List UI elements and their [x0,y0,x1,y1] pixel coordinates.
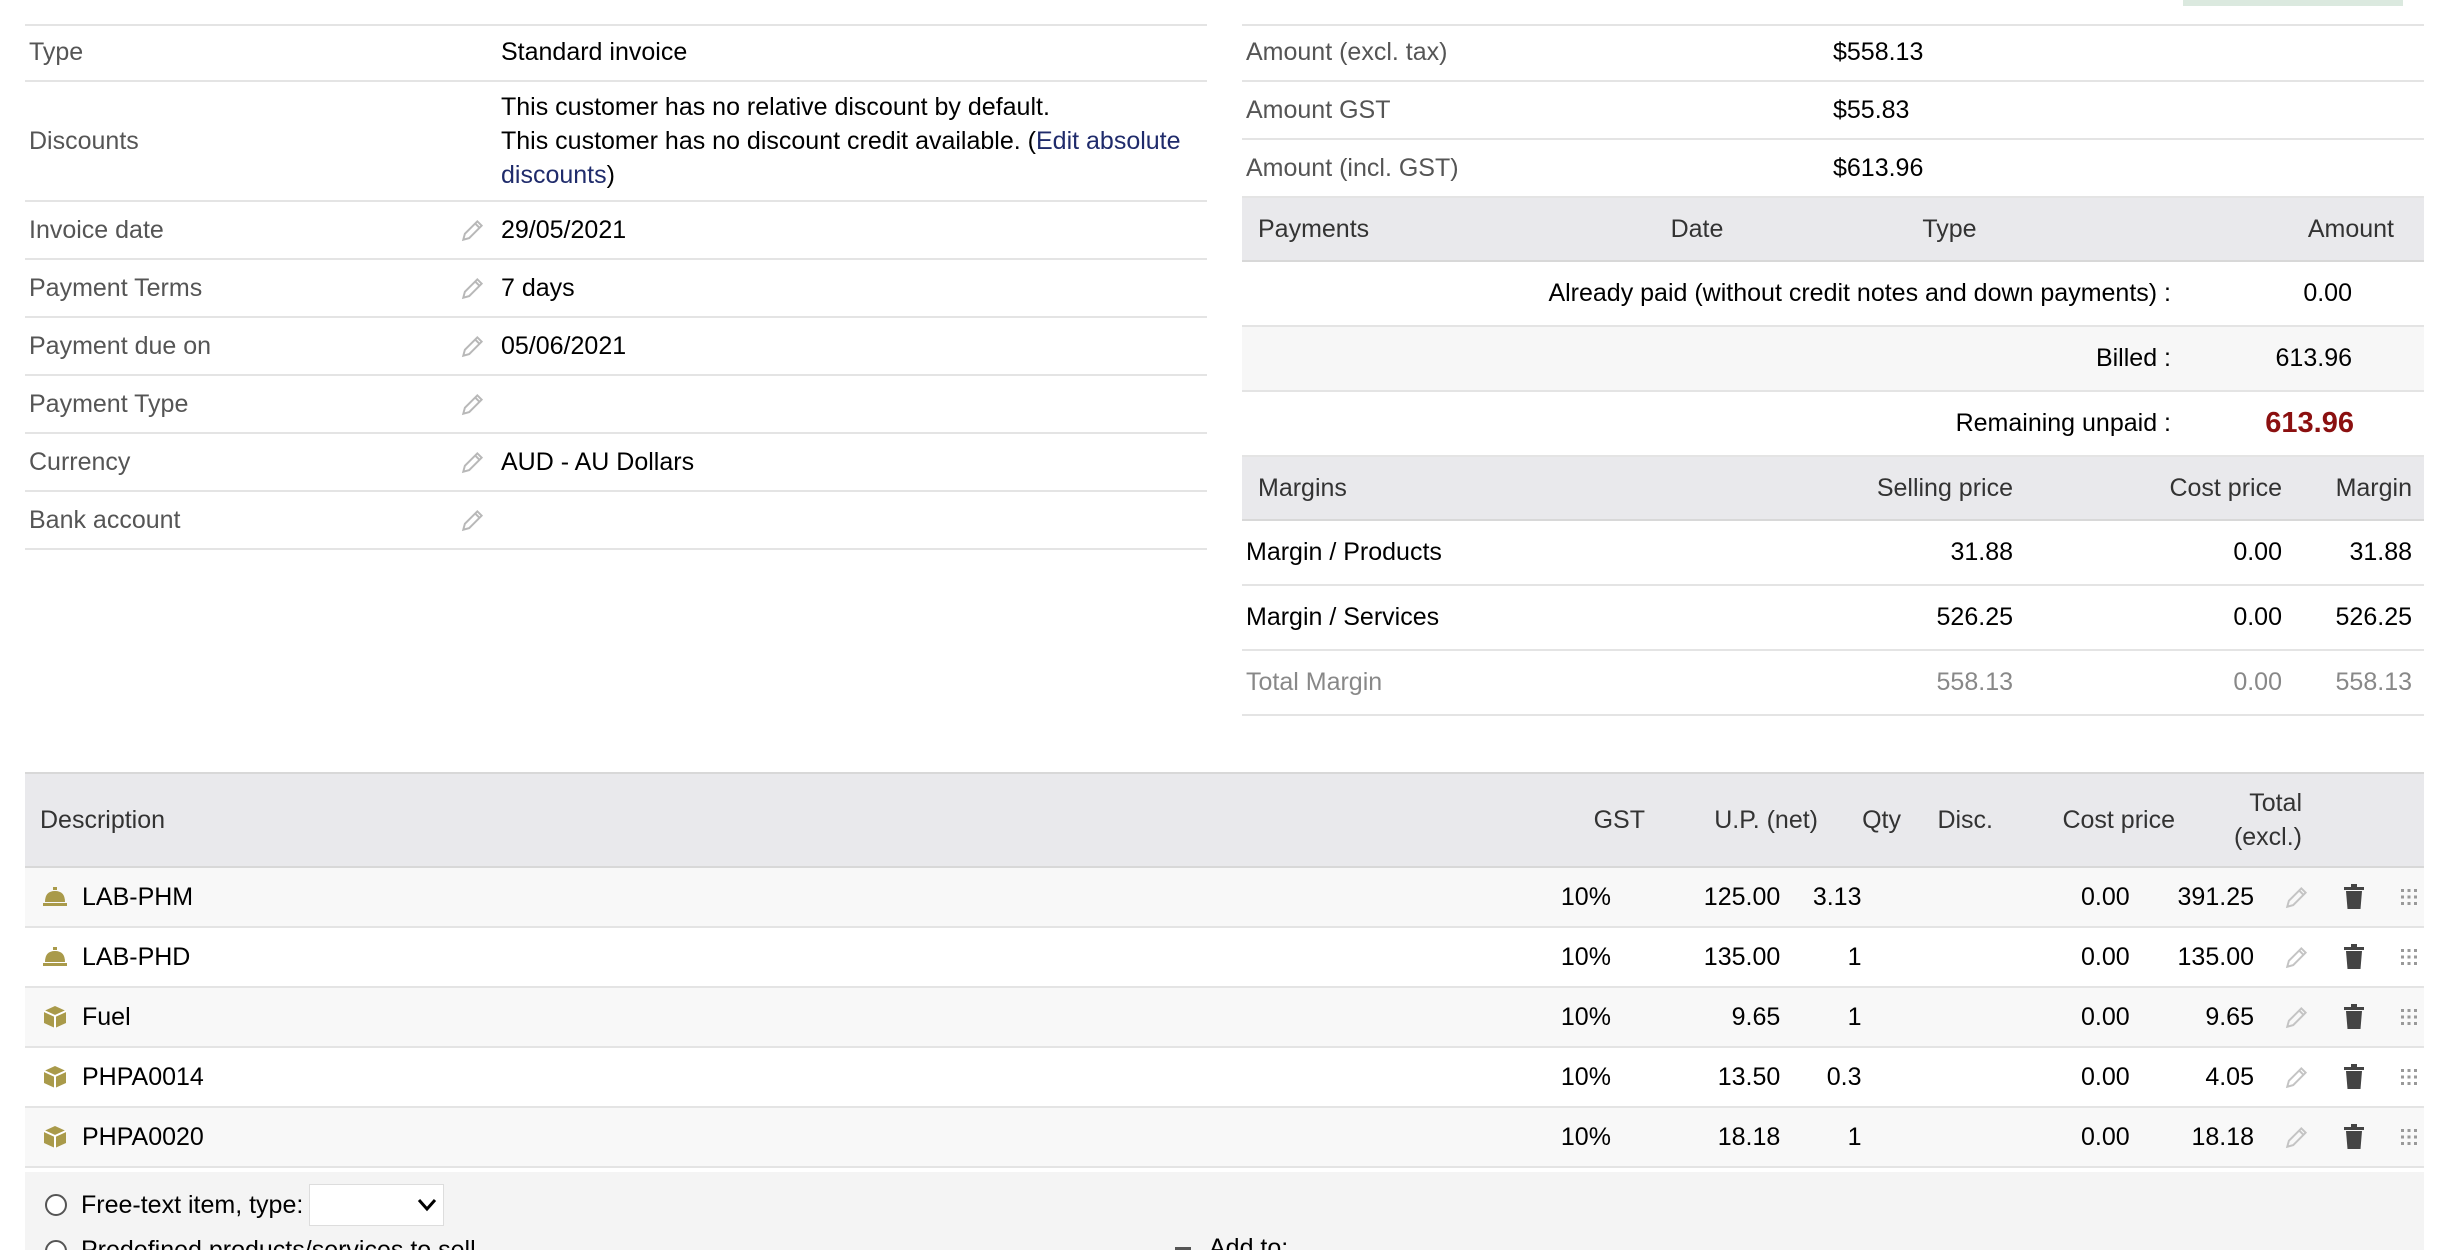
field-row-currency: Currency AUD - AU Dollars [25,434,1207,492]
line-ref: PHPA0014 [82,1062,204,1091]
field-label: Discounts [29,126,139,155]
billed-value: 613.96 [2275,344,2352,372]
field-value-invoice-date: 29/05/2021 [501,216,627,244]
top-action-button[interactable] [2183,0,2403,6]
margin-row-services: Margin / Services 526.25 0.00 526.25 [1242,586,2424,651]
invoice-totals-panel: Amount (excl. tax) $558.13 Amount GST $5… [1242,24,2424,716]
amount-row-incl-gst: Amount (incl. GST) $613.96 [1242,140,2424,198]
remaining-unpaid-value: 613.96 [2265,407,2354,439]
table-row: Fuel 10% 9.65 1 0.00 9.65 [25,988,2424,1048]
margins-table-header: Margins Selling price Cost price Margin [1242,457,2424,521]
add-to-label: Add to: [1209,1234,1289,1250]
product-box-icon [40,1062,70,1092]
drag-handle-icon[interactable] [2394,1068,2424,1086]
product-box-icon [40,1002,70,1032]
field-row-discounts: Discounts This customer has no relative … [25,82,1207,202]
predefined-label: Predefined products/services to sell [81,1236,476,1250]
pencil-icon[interactable] [445,275,501,301]
field-row-type: Type Standard invoice [25,24,1207,82]
margin-row-products: Margin / Products 31.88 0.00 31.88 [1242,521,2424,586]
pencil-icon[interactable] [445,391,501,417]
amount-excl-tax-value: $558.13 [1833,37,1924,66]
pencil-icon[interactable] [2280,1004,2314,1030]
field-value-type: Standard invoice [501,38,688,66]
chevron-down-icon [418,1199,437,1212]
field-row-invoice-date: Invoice date 29/05/2021 [25,202,1207,260]
field-row-payment-terms: Payment Terms 7 days [25,260,1207,318]
amount-gst-value: $55.83 [1833,95,1910,124]
line-ref: LAB-PHM [82,882,194,911]
drag-handle-icon[interactable] [2394,888,2424,906]
add-line-form: Free-text item, type: Predefined product… [25,1172,2424,1250]
field-value-payment-due: 05/06/2021 [501,332,627,360]
field-row-payment-type: Payment Type [25,376,1207,434]
trash-icon[interactable] [2334,884,2374,910]
remaining-unpaid-row: Remaining unpaid : 613.96 [1242,392,2424,457]
already-paid-row: Already paid (without credit notes and d… [1242,262,2424,327]
drag-handle-icon[interactable] [2394,948,2424,966]
payments-table-header: Payments Date Type Amount [1242,198,2424,262]
discount-relative-text: This customer has no relative discount b… [501,93,1050,121]
pencil-icon[interactable] [2280,1064,2314,1090]
trash-icon[interactable] [2334,944,2374,970]
line-ref: PHPA0020 [82,1122,204,1151]
free-text-option: Free-text item, type: [45,1184,445,1226]
predefined-radio[interactable] [45,1239,67,1250]
invoice-lines-table: Description GST U.P. (net) Qty Disc. Cos… [25,772,2424,1168]
amount-row-excl-tax: Amount (excl. tax) $558.13 [1242,24,2424,82]
amount-incl-gst-value: $613.96 [1833,153,1924,182]
line-ref: Fuel [82,1002,131,1031]
discounts-text: This customer has no relative discount b… [501,90,1207,192]
field-label: Type [29,37,84,66]
amount-row-gst: Amount GST $55.83 [1242,82,2424,140]
trash-icon[interactable] [2334,1004,2374,1030]
field-label: Payment Type [29,389,189,418]
field-label: Invoice date [29,215,164,244]
table-row: LAB-PHD 10% 135.00 1 0.00 135.00 [25,928,2424,988]
line-ref: LAB-PHD [82,942,191,971]
service-bell-icon [40,942,70,972]
add-to-option: Add to: [1175,1234,1288,1250]
trash-icon[interactable] [2334,1124,2374,1150]
predefined-option: Predefined products/services to sell [45,1236,476,1250]
free-text-type-select[interactable] [309,1184,445,1226]
pencil-icon[interactable] [445,217,501,243]
invoice-fields-panel: Type Standard invoice Discounts This cus… [25,24,1207,550]
drag-handle-icon[interactable] [2394,1128,2424,1146]
billed-row: Billed : 613.96 [1242,327,2424,392]
pencil-icon[interactable] [445,507,501,533]
free-text-radio[interactable] [45,1194,67,1216]
discount-credit-text: This customer has no discount credit ava… [501,127,1181,189]
field-label: Currency [29,447,131,476]
field-row-payment-due: Payment due on 05/06/2021 [25,318,1207,376]
pencil-icon[interactable] [2280,884,2314,910]
product-box-icon [40,1122,70,1152]
field-label: Bank account [29,505,181,534]
table-row: PHPA0014 10% 13.50 0.3 0.00 4.05 [25,1048,2424,1108]
trash-icon[interactable] [2334,1064,2374,1090]
free-text-label: Free-text item, type: [81,1190,304,1219]
field-row-bank-account: Bank account [25,492,1207,550]
table-row: LAB-PHM 10% 125.00 3.13 0.00 391.25 [25,868,2424,928]
pencil-icon[interactable] [2280,944,2314,970]
lines-table-header: Description GST U.P. (net) Qty Disc. Cos… [25,772,2424,868]
margin-row-total: Total Margin 558.13 0.00 558.13 [1242,651,2424,716]
service-bell-icon [40,882,70,912]
field-label: Payment due on [29,331,212,360]
already-paid-value: 0.00 [2303,279,2352,307]
pencil-icon[interactable] [2280,1124,2314,1150]
drag-handle-icon[interactable] [2394,1008,2424,1026]
field-value-currency: AUD - AU Dollars [501,448,695,476]
pencil-icon[interactable] [445,333,501,359]
table-row: PHPA0020 10% 18.18 1 0.00 18.18 [25,1108,2424,1168]
field-value-payment-terms: 7 days [501,274,575,302]
field-label: Payment Terms [29,273,203,302]
pencil-icon[interactable] [445,449,501,475]
